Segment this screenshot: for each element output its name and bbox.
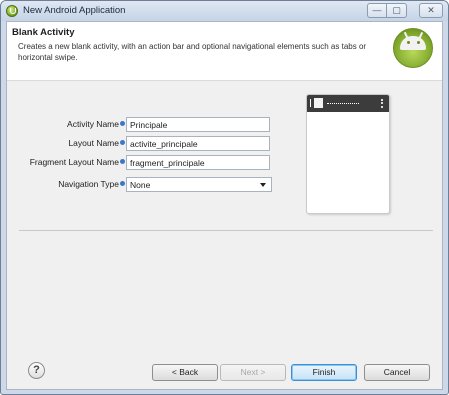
dialog-window: New Android Application — ▢ ✕ Blank Acti… [0, 0, 449, 395]
fragment-layout-name-label: Fragment Layout Name [7, 157, 125, 167]
divider [19, 230, 433, 231]
navigation-type-value: None [130, 180, 151, 190]
info-icon [120, 140, 125, 145]
overflow-menu-icon [381, 99, 383, 108]
layout-name-label: Layout Name [27, 138, 125, 148]
info-icon [120, 159, 125, 164]
cancel-button[interactable]: Cancel [364, 364, 430, 381]
activity-name-label: Activity Name [27, 119, 125, 129]
minimize-button[interactable]: — [367, 3, 387, 18]
android-logo-icon [393, 28, 433, 68]
activity-name-field[interactable]: Principale [126, 117, 270, 132]
info-icon [120, 181, 125, 186]
navigation-type-select[interactable]: None [126, 177, 272, 192]
back-button[interactable]: < Back [152, 364, 218, 381]
eclipse-app-icon [6, 5, 18, 17]
wizard-header: Blank Activity Creates a new blank activ… [7, 22, 442, 81]
activity-preview-image [306, 94, 390, 214]
finish-button[interactable]: Finish [291, 364, 357, 381]
title-bar[interactable]: New Android Application — ▢ ✕ [1, 1, 448, 21]
preview-action-bar [307, 95, 389, 112]
next-button[interactable]: Next > [220, 364, 286, 381]
title-placeholder [327, 103, 359, 104]
help-button[interactable]: ? [28, 362, 45, 379]
window-title: New Android Application [23, 5, 126, 16]
fragment-layout-name-field[interactable]: fragment_principale [126, 155, 270, 170]
back-caret-icon [310, 99, 312, 107]
close-button[interactable]: ✕ [419, 3, 443, 18]
chevron-down-icon [260, 183, 266, 187]
navigation-type-label: Navigation Type [27, 179, 125, 189]
layout-name-field[interactable]: activite_principale [126, 136, 270, 151]
page-title: Blank Activity [12, 27, 75, 38]
app-icon-placeholder [314, 98, 323, 108]
page-description: Creates a new blank activity, with an ac… [18, 42, 367, 62]
wizard-content: Blank Activity Creates a new blank activ… [6, 21, 443, 390]
maximize-button[interactable]: ▢ [387, 3, 407, 18]
info-icon [120, 121, 125, 126]
